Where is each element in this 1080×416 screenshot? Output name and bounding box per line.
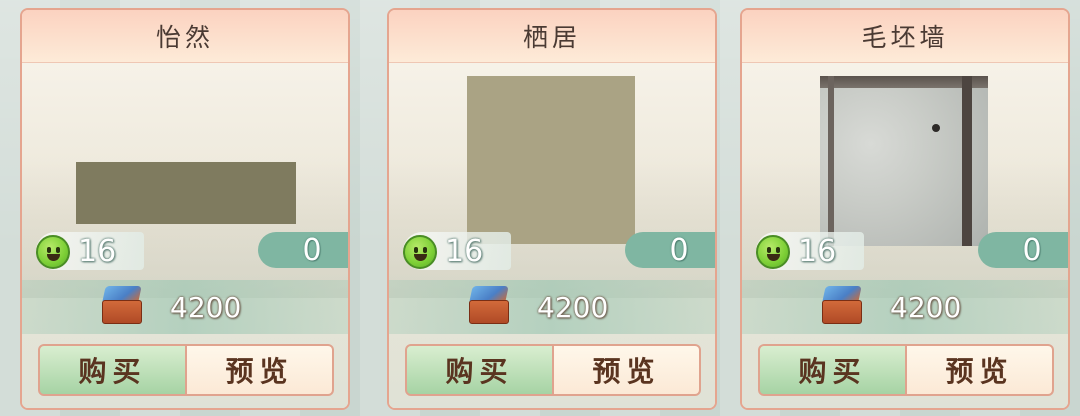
item-swatch — [820, 76, 988, 246]
item-title: 怡然 — [22, 10, 348, 63]
owned-count: 0 — [1022, 232, 1042, 268]
smiley-face-icon — [403, 235, 437, 269]
price-value: 4200 — [537, 291, 609, 324]
treasure-chest-icon — [467, 286, 511, 326]
buy-button[interactable]: 购买 — [38, 344, 187, 396]
buy-button[interactable]: 购买 — [758, 344, 907, 396]
treasure-chest-icon — [820, 286, 864, 326]
comfort-value: 16 — [445, 234, 484, 269]
item-swatch — [467, 76, 635, 244]
owned-count-badge: 0 — [625, 232, 715, 268]
owned-count: 0 — [669, 232, 689, 268]
preview-button[interactable]: 预览 — [187, 344, 334, 396]
action-buttons: 购买 预览 — [758, 344, 1054, 396]
smiley-face-icon — [36, 235, 70, 269]
smiley-face-icon — [756, 235, 790, 269]
price-value: 4200 — [170, 291, 242, 324]
treasure-chest-icon — [100, 286, 144, 326]
item-swatch — [76, 162, 296, 224]
price-value: 4200 — [890, 291, 962, 324]
item-card-qiju[interactable]: 栖居 16 0 4200 购买 预览 — [387, 8, 717, 410]
item-card-yiran[interactable]: 怡然 16 0 4200 购买 预览 — [20, 8, 350, 410]
comfort-value: 16 — [798, 234, 837, 269]
preview-button[interactable]: 预览 — [907, 344, 1054, 396]
owned-count-badge: 0 — [978, 232, 1068, 268]
spider-icon — [932, 124, 940, 132]
buy-button[interactable]: 购买 — [405, 344, 554, 396]
preview-button[interactable]: 预览 — [554, 344, 701, 396]
action-buttons: 购买 预览 — [405, 344, 701, 396]
action-buttons: 购买 预览 — [38, 344, 334, 396]
item-title: 栖居 — [389, 10, 715, 63]
owned-count-badge: 0 — [258, 232, 348, 268]
item-card-maopiqiang[interactable]: 毛坯墙 16 0 4200 购买 预览 — [740, 8, 1070, 410]
comfort-value: 16 — [78, 234, 117, 269]
item-title: 毛坯墙 — [742, 10, 1068, 63]
owned-count: 0 — [302, 232, 322, 268]
